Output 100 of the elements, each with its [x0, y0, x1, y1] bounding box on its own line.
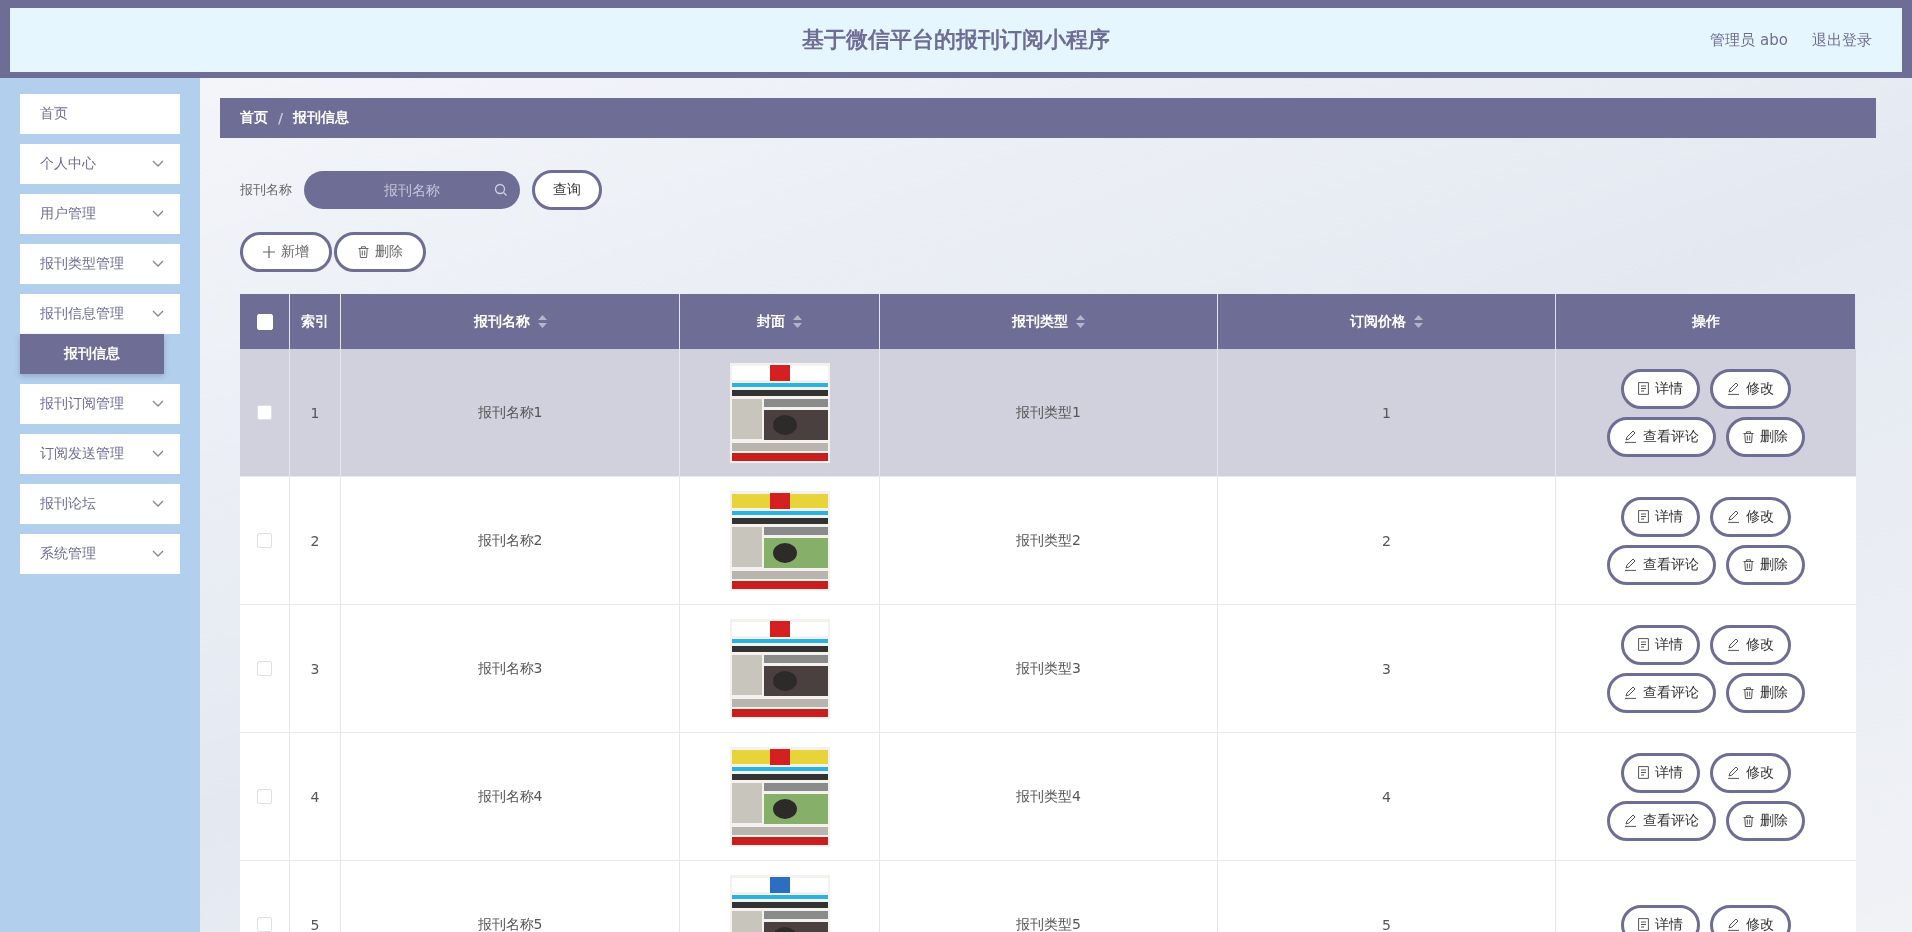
column-header[interactable]: 操作 [1691, 312, 1720, 331]
sidebar-subitem[interactable]: 报刊信息 [20, 334, 164, 374]
table-cell: 报刊名称2 [477, 531, 543, 550]
table-cell: 2 [1382, 532, 1391, 549]
row-action-button[interactable]: 修改 [1710, 752, 1791, 793]
row-action-button[interactable]: 查看评论 [1607, 416, 1716, 457]
admin-name: 管理员 abo [1710, 30, 1788, 50]
sort-icon[interactable] [793, 315, 802, 328]
table-cell: 报刊类型4 [1016, 787, 1081, 806]
table-cell: 报刊名称4 [477, 787, 543, 806]
pencil-icon [1624, 686, 1637, 699]
table-cell: 报刊名称3 [477, 659, 543, 678]
table-cell: 报刊类型3 [1016, 659, 1081, 678]
sidebar-item[interactable]: 订阅发送管理 [20, 434, 180, 474]
chevron-icon [152, 450, 164, 458]
row-checkbox[interactable] [257, 789, 272, 804]
sidebar-item[interactable]: 报刊论坛 [20, 484, 180, 524]
pencil-icon [1624, 814, 1637, 827]
pencil-icon [1727, 382, 1740, 395]
trash-icon [357, 246, 369, 258]
sidebar-item[interactable]: 首页 [20, 94, 180, 134]
row-action-button[interactable]: 查看评论 [1607, 672, 1716, 713]
column-header[interactable]: 订阅价格 [1350, 312, 1406, 331]
table-row[interactable]: 5 报刊名称5 报刊类型5 5 详情 修改 [240, 861, 1856, 932]
row-action-button[interactable]: 删除 [1726, 416, 1805, 457]
plus-icon [263, 246, 275, 258]
table-row[interactable]: 4 报刊名称4 报刊类型4 4 详情 修改 查看评论 删除 [240, 733, 1856, 861]
row-action-button[interactable]: 详情 [1621, 624, 1700, 665]
row-action-button[interactable]: 修改 [1710, 368, 1791, 409]
row-checkbox[interactable] [257, 533, 272, 548]
table-cell: 5 [310, 916, 320, 932]
pencil-icon [1624, 430, 1637, 443]
breadcrumb-item[interactable]: 报刊信息 [293, 109, 350, 127]
chevron-icon [152, 400, 164, 408]
logout-link[interactable]: 退出登录 [1812, 30, 1872, 50]
table-cell: 3 [310, 660, 320, 677]
breadcrumb-separator: / [278, 110, 284, 126]
row-checkbox[interactable] [257, 917, 272, 932]
row-action-button[interactable]: 查看评论 [1607, 800, 1716, 841]
row-action-button[interactable]: 详情 [1621, 752, 1700, 793]
trash-icon [1743, 430, 1754, 443]
sidebar-item[interactable]: 报刊订阅管理 [20, 384, 180, 424]
document-icon [1638, 638, 1649, 651]
column-header[interactable]: 报刊类型 [1012, 312, 1068, 331]
document-icon [1638, 766, 1649, 779]
trash-icon [1743, 558, 1754, 571]
row-action-button[interactable]: 修改 [1710, 496, 1791, 537]
toolbar-button[interactable]: 新增 [240, 232, 332, 272]
search-field[interactable]: 报刊名称 [304, 171, 520, 209]
sidebar-item[interactable]: 系统管理 [20, 534, 180, 574]
breadcrumb-item[interactable]: 首页 [240, 109, 268, 127]
document-icon [1638, 510, 1649, 523]
chevron-icon [152, 210, 164, 218]
chevron-icon [152, 310, 164, 318]
document-icon [1638, 918, 1649, 931]
row-action-button[interactable]: 删除 [1726, 672, 1805, 713]
sidebar-item[interactable]: 报刊类型管理 [20, 244, 180, 284]
row-action-button[interactable]: 查看评论 [1607, 544, 1716, 585]
row-action-button[interactable]: 详情 [1621, 368, 1700, 409]
toolbar-button[interactable]: 删除 [334, 232, 426, 272]
table-cell: 5 [1382, 916, 1391, 932]
query-button[interactable]: 查询 [532, 170, 602, 210]
table-cell: 报刊名称1 [477, 403, 543, 422]
table-cell: 报刊类型2 [1016, 531, 1081, 550]
sidebar-item[interactable]: 用户管理 [20, 194, 180, 234]
column-header[interactable]: 索引 [301, 312, 329, 331]
table-cell: 4 [1382, 788, 1391, 805]
sidebar-item[interactable]: 报刊信息管理 [20, 294, 180, 334]
table-cell: 1 [1382, 404, 1391, 421]
column-header[interactable]: 报刊名称 [473, 312, 530, 331]
table-row[interactable]: 2 报刊名称2 报刊类型2 2 详情 修改 查看评论 删除 [240, 477, 1856, 605]
row-action-button[interactable]: 删除 [1726, 544, 1805, 585]
row-action-button[interactable]: 详情 [1621, 904, 1700, 932]
row-checkbox[interactable] [257, 661, 272, 676]
sort-icon[interactable] [537, 315, 547, 328]
table-cell: 报刊类型5 [1016, 915, 1081, 932]
pencil-icon [1624, 558, 1637, 571]
chevron-icon [152, 500, 164, 508]
table-cell: 4 [310, 788, 320, 805]
chevron-icon [152, 550, 164, 558]
row-action-button[interactable]: 详情 [1621, 496, 1700, 537]
row-action-button[interactable]: 删除 [1726, 800, 1805, 841]
table-cell: 2 [310, 532, 320, 549]
table-cell: 3 [1382, 660, 1391, 677]
search-label: 报刊名称 [240, 181, 292, 199]
sort-icon[interactable] [1414, 315, 1423, 328]
table-cell: 报刊名称5 [477, 915, 543, 932]
table-row[interactable]: 3 报刊名称3 报刊类型3 3 详情 修改 查看评论 删除 [240, 605, 1856, 733]
sort-icon[interactable] [1076, 315, 1085, 328]
select-all-checkbox[interactable] [256, 313, 273, 330]
sidebar-item[interactable]: 个人中心 [20, 144, 180, 184]
row-checkbox[interactable] [257, 405, 272, 420]
table-row[interactable]: 1 报刊名称1 报刊类型1 1 详情 修改 查看评论 删除 [240, 349, 1856, 477]
row-action-button[interactable]: 修改 [1710, 624, 1791, 665]
row-action-button[interactable]: 修改 [1710, 904, 1791, 932]
pencil-icon [1727, 766, 1740, 779]
column-header[interactable]: 封面 [757, 312, 785, 331]
trash-icon [1743, 814, 1754, 827]
pencil-icon [1727, 918, 1740, 931]
document-icon [1638, 382, 1649, 395]
